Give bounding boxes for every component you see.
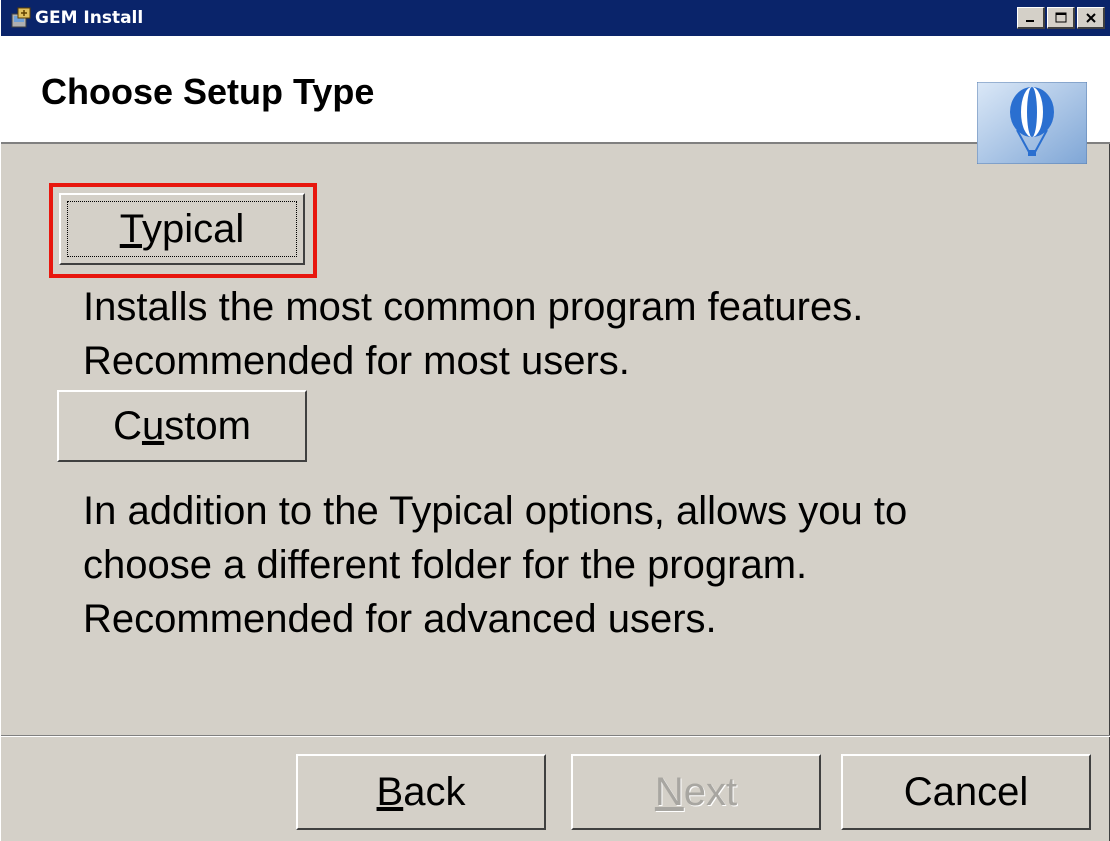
label-rest: ack <box>403 769 466 814</box>
custom-label-prefix: C <box>113 403 142 448</box>
label-rest: ext <box>683 769 738 814</box>
back-button-label: Back <box>377 770 466 815</box>
window-title: GEM Install <box>35 8 144 28</box>
typical-button-label: Typical <box>120 207 245 252</box>
custom-description-line: In addition to the Typical options, allo… <box>83 489 908 533</box>
custom-label-rest: stom <box>164 403 251 448</box>
title-bar[interactable]: GEM Install <box>1 0 1110 36</box>
next-button-label: Next <box>655 770 737 815</box>
minimize-button[interactable] <box>1017 7 1045 29</box>
typical-description-line: Recommended for most users. <box>83 339 630 383</box>
close-button[interactable] <box>1077 7 1105 29</box>
typical-mnemonic: T <box>119 206 142 251</box>
page-title: Choose Setup Type <box>41 71 375 112</box>
custom-button[interactable]: Custom <box>57 390 307 462</box>
header-panel: Choose Setup Type <box>1 36 1110 164</box>
installer-window: GEM Install Choose Setup Type Typical In… <box>0 0 1110 841</box>
mnemonic-letter: B <box>376 769 404 814</box>
balloon-logo <box>977 82 1087 164</box>
maximize-button[interactable] <box>1047 7 1075 29</box>
typical-label-rest: ypical <box>141 206 245 251</box>
next-button: Next <box>571 754 821 830</box>
custom-description-line: choose a different folder for the progra… <box>83 543 808 587</box>
typical-description: Installs the most common program feature… <box>83 280 863 388</box>
mnemonic-letter: N <box>654 769 684 814</box>
footer-separator <box>1 735 1110 737</box>
custom-description: In addition to the Typical options, allo… <box>83 484 907 646</box>
custom-description-line: Recommended for advanced users. <box>83 597 717 641</box>
custom-button-label: Custom <box>113 404 251 449</box>
back-button[interactable]: Back <box>296 754 546 830</box>
close-icon <box>1085 12 1096 23</box>
typical-description-line: Installs the most common program feature… <box>83 285 864 329</box>
cancel-button-label: Cancel <box>903 769 1029 814</box>
maximize-icon <box>1055 12 1066 22</box>
window-controls <box>1017 7 1105 29</box>
minimize-icon <box>1025 19 1034 22</box>
typical-button[interactable]: Typical <box>59 193 305 265</box>
custom-mnemonic: u <box>141 403 165 448</box>
installer-icon <box>11 7 31 28</box>
cancel-button[interactable]: Cancel <box>841 754 1091 830</box>
